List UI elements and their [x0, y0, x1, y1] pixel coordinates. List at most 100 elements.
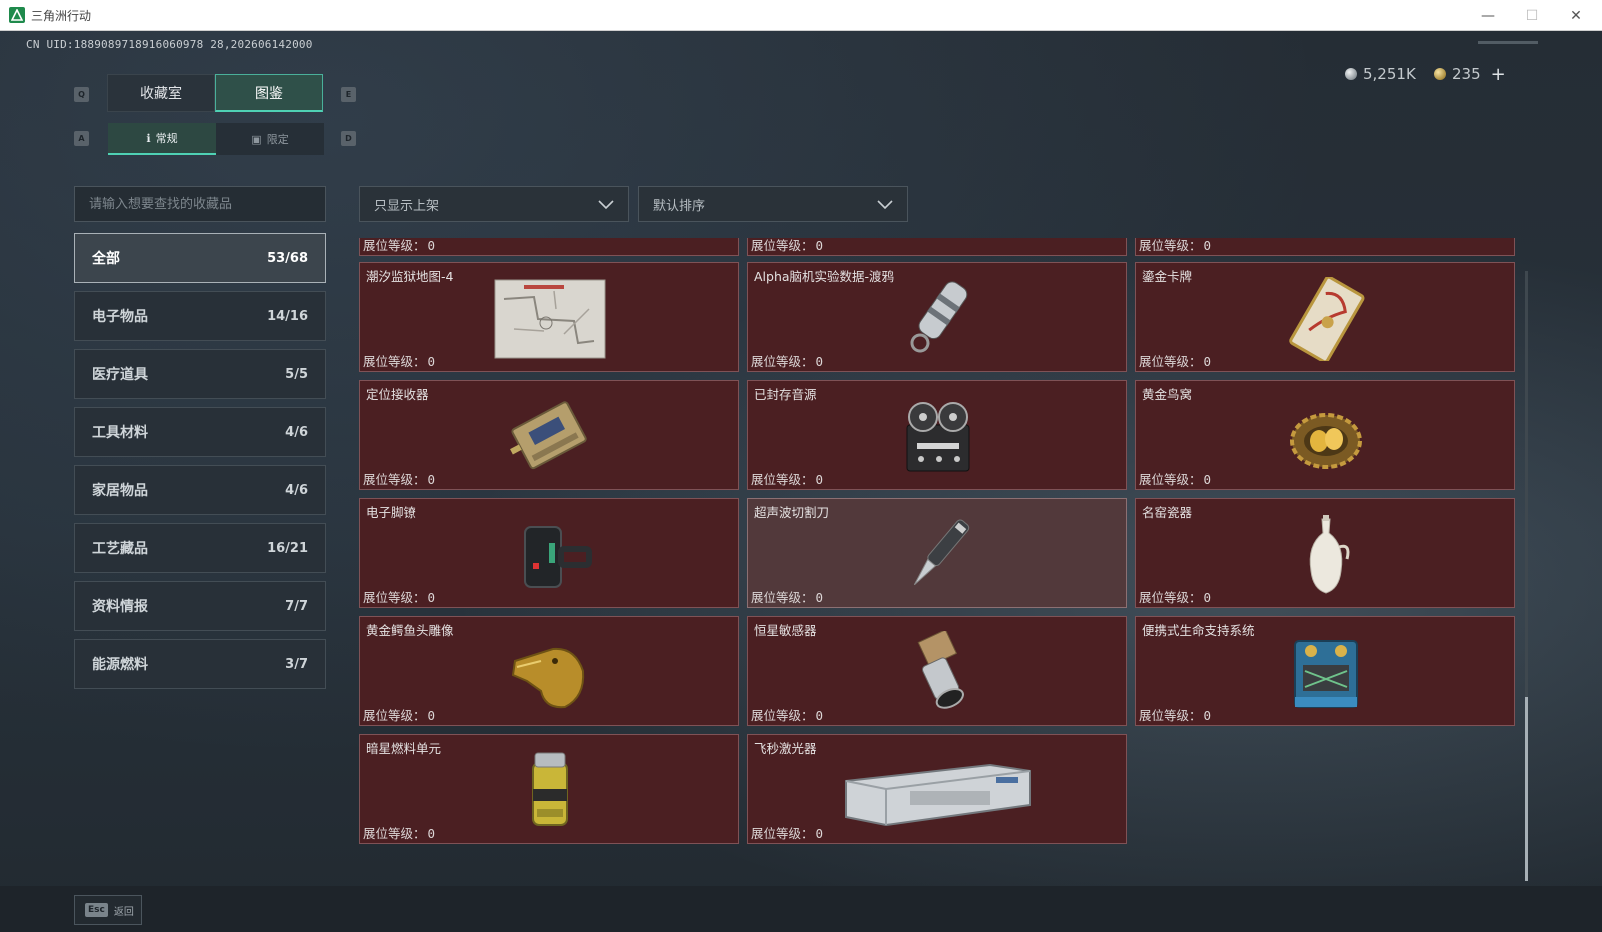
item-card[interactable]: 黄金鸟窝 展位等级： 0: [1135, 380, 1515, 490]
category-count: 14/16: [267, 308, 308, 324]
item-card[interactable]: 定位接收器 展位等级： 0: [359, 380, 739, 490]
minimize-button[interactable]: —: [1466, 0, 1510, 31]
item-name: 已封存音源: [754, 387, 817, 402]
app-logo-icon: [9, 7, 25, 23]
subtab-limited[interactable]: ▣ 限定: [216, 123, 324, 155]
item-name: 电子脚镣: [366, 505, 417, 520]
ultrasonic-cutter-icon: [873, 511, 1003, 599]
category-label: 工艺藏品: [92, 541, 148, 557]
tab-collection-room[interactable]: 收藏室: [107, 74, 215, 112]
item-level: 展位等级： 0: [363, 826, 436, 841]
item-level: 展位等级： 0: [363, 708, 436, 723]
currency-gold-value: 235: [1452, 65, 1481, 83]
subtab-regular[interactable]: ℹ 常规: [108, 123, 216, 155]
item-level: 展位等级： 0: [751, 590, 824, 605]
window-title: 三角洲行动: [31, 8, 92, 23]
item-name: 名窑瓷器: [1142, 505, 1193, 520]
item-card[interactable]: 电子脚镣 展位等级： 0: [359, 498, 739, 608]
item-card[interactable]: 便携式生命支持系统 展位等级： 0: [1135, 616, 1515, 726]
data-drive-icon: [873, 275, 1003, 363]
item-grid: 展位等级： 0 展位等级： 0 展位等级： 0 潮汐监狱地图-4 展位等级： 0 Alp…: [359, 238, 1519, 880]
currency-silver-value: 5,251K: [1363, 65, 1416, 83]
category-intel[interactable]: 资料情报 7/7: [74, 581, 326, 631]
category-count: 3/7: [285, 656, 308, 672]
category-label: 全部: [92, 251, 120, 267]
item-card[interactable]: 暗星燃料单元 展位等级： 0: [359, 734, 739, 844]
category-electronics[interactable]: 电子物品 14/16: [74, 291, 326, 341]
item-name: 鎏金卡牌: [1142, 269, 1193, 284]
item-card[interactable]: 展位等级： 0: [359, 238, 739, 256]
item-level: 展位等级： 0: [1139, 472, 1212, 487]
decorative-line: [1478, 41, 1538, 44]
category-fuel[interactable]: 能源燃料 3/7: [74, 639, 326, 689]
item-name: 定位接收器: [366, 387, 429, 402]
item-card[interactable]: 恒星敏感器 展位等级： 0: [747, 616, 1127, 726]
category-crafts[interactable]: 工艺藏品 16/21: [74, 523, 326, 573]
item-name: 便携式生命支持系统: [1142, 623, 1255, 638]
porcelain-vase-icon: [1261, 511, 1391, 599]
item-level: 展位等级： 0: [751, 354, 824, 369]
back-button[interactable]: Esc 返回: [74, 895, 142, 925]
gold-coin-icon: [1434, 68, 1446, 80]
category-count: 53/68: [267, 250, 308, 266]
tab-prev-key: Q: [74, 87, 89, 102]
grid-scrollbar[interactable]: [1525, 271, 1528, 881]
tape-recorder-icon: [873, 393, 1003, 481]
item-level: 展位等级： 0: [751, 826, 824, 841]
game-area: CN UID:1889089718916060978 28,2026061420…: [0, 31, 1602, 932]
limited-icon: ▣: [251, 132, 262, 146]
fuel-cell-icon: [485, 747, 615, 835]
maximize-button[interactable]: ☐: [1510, 0, 1554, 31]
item-name: 飞秒激光器: [754, 741, 817, 756]
item-name: 超声波切割刀: [754, 505, 830, 520]
item-name: 黄金鸟窝: [1142, 387, 1193, 402]
item-name: 黄金鳄鱼头雕像: [366, 623, 454, 638]
item-card[interactable]: 展位等级： 0: [1135, 238, 1515, 256]
filter-dropdown[interactable]: 只显示上架: [359, 186, 629, 222]
receiver-icon: [485, 393, 615, 481]
gold-card-icon: [1261, 275, 1391, 363]
item-level: 展位等级： 0: [1139, 708, 1212, 723]
add-currency-button[interactable]: +: [1491, 64, 1506, 85]
tab-next-key: E: [341, 87, 356, 102]
category-label: 医疗道具: [92, 367, 148, 383]
life-support-icon: [1261, 629, 1391, 717]
main-tabs: 收藏室 图鉴: [107, 74, 323, 112]
sort-dropdown-value: 默认排序: [653, 198, 706, 214]
item-card[interactable]: 名窑瓷器 展位等级： 0: [1135, 498, 1515, 608]
item-card[interactable]: 超声波切割刀 展位等级： 0: [747, 498, 1127, 608]
sort-dropdown[interactable]: 默认排序: [638, 186, 908, 222]
tab-catalog[interactable]: 图鉴: [215, 74, 323, 112]
category-tools[interactable]: 工具材料 4/6: [74, 407, 326, 457]
scrollbar-thumb[interactable]: [1525, 697, 1528, 881]
item-card[interactable]: 已封存音源 展位等级： 0: [747, 380, 1127, 490]
category-label: 电子物品: [92, 309, 148, 325]
category-medical[interactable]: 医疗道具 5/5: [74, 349, 326, 399]
category-count: 16/21: [267, 540, 308, 556]
category-label: 能源燃料: [92, 657, 148, 673]
item-card[interactable]: 展位等级： 0: [747, 238, 1127, 256]
subtab-prev-key: A: [74, 131, 89, 146]
category-count: 7/7: [285, 598, 308, 614]
currency-silver[interactable]: 5,251K: [1345, 64, 1416, 84]
category-label: 工具材料: [92, 425, 148, 441]
subtab-regular-label: 常规: [155, 132, 178, 145]
category-household[interactable]: 家居物品 4/6: [74, 465, 326, 515]
item-card[interactable]: 潮汐监狱地图-4 展位等级： 0: [359, 262, 739, 372]
item-card[interactable]: 鎏金卡牌 展位等级： 0: [1135, 262, 1515, 372]
category-label: 家居物品: [92, 483, 148, 499]
category-all[interactable]: 全部 53/68: [74, 233, 326, 283]
femtosecond-laser-icon: [838, 747, 1038, 835]
item-card[interactable]: Alpha脑机实验数据-渡鸦 展位等级： 0: [747, 262, 1127, 372]
category-count: 5/5: [285, 366, 308, 382]
item-level: 展位等级： 0: [1139, 354, 1212, 369]
close-button[interactable]: ✕: [1554, 0, 1598, 31]
back-label: 返回: [113, 906, 134, 918]
search-input[interactable]: [74, 186, 326, 222]
item-name: 潮汐监狱地图-4: [366, 269, 454, 284]
esc-key-icon: Esc: [85, 903, 108, 917]
item-card[interactable]: 飞秒激光器 展位等级： 0: [747, 734, 1127, 844]
currency-gold[interactable]: 235 +: [1434, 64, 1506, 85]
item-level: 展位等级： 0: [363, 238, 436, 253]
item-card[interactable]: 黄金鳄鱼头雕像 展位等级： 0: [359, 616, 739, 726]
